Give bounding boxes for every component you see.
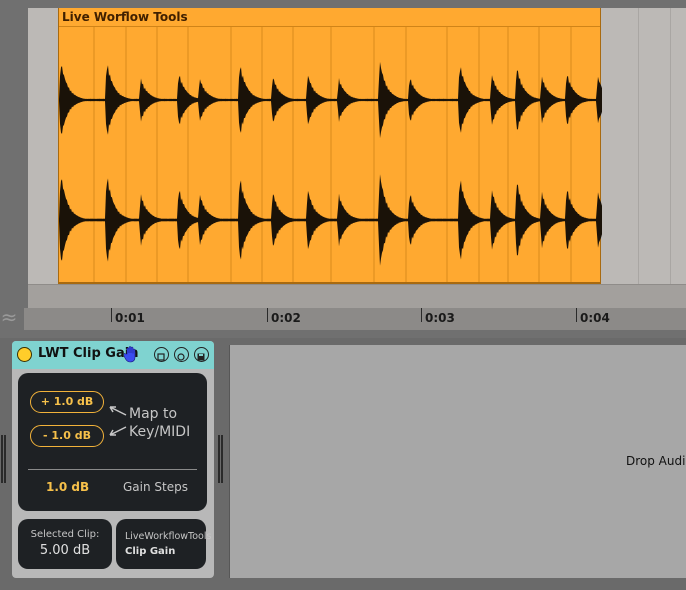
brand-product: Clip Gain [125, 546, 176, 557]
brand-box: LiveWorkflowTools Clip Gain [116, 519, 211, 569]
grid-line [638, 8, 639, 284]
map-hint-line: Key/MIDI [129, 424, 191, 440]
time-tick [267, 308, 268, 322]
map-hint-line: Map to [129, 406, 178, 422]
device-drop-area[interactable]: Drop Audi [229, 345, 686, 578]
time-ruler[interactable]: 0:01 0:02 0:03 0:04 [24, 308, 686, 330]
hotswap-icon[interactable] [174, 347, 189, 362]
time-label: 0:02 [271, 311, 301, 325]
clip-lane[interactable]: Live Worflow Tools [28, 8, 686, 284]
selected-clip-box: Selected Clip: 5.00 dB [18, 519, 112, 569]
brand-name: LiveWorkflowTools [125, 531, 212, 542]
gain-controls-panel: + 1.0 dB - 1.0 dB Map to Key/MIDI 1.0 dB… [18, 373, 207, 511]
time-tick [111, 308, 112, 322]
arrangement-view: Live Worflow Tools ≈ 0:01 0:02 0:03 0:04 [0, 0, 686, 338]
divider [28, 469, 197, 470]
gain-increase-button[interactable]: + 1.0 dB [30, 391, 104, 413]
hand-icon [124, 346, 136, 363]
save-icon[interactable] [194, 347, 209, 362]
drop-hint: Drop Audi [626, 454, 686, 468]
fold-icon[interactable] [154, 347, 169, 362]
gain-step-label: Gain Steps [123, 480, 188, 494]
time-tick [421, 308, 422, 322]
map-hint: Map to Key/MIDI [129, 405, 190, 441]
gain-decrease-button[interactable]: - 1.0 dB [30, 425, 104, 447]
waveform-toggle-icon[interactable]: ≈ [0, 305, 18, 329]
device-resize-grip[interactable] [1, 435, 7, 483]
gain-step-value[interactable]: 1.0 dB [46, 480, 89, 494]
device-power-button[interactable] [17, 347, 32, 362]
selected-clip-label: Selected Clip: [30, 529, 100, 540]
clip-title[interactable]: Live Worflow Tools [59, 8, 600, 27]
audio-clip[interactable]: Live Worflow Tools [58, 8, 602, 284]
time-label: 0:03 [425, 311, 455, 325]
time-tick [576, 308, 577, 322]
selected-clip-value: 5.00 dB [39, 543, 91, 558]
arrow-icon [109, 406, 127, 436]
device-resize-grip[interactable] [218, 435, 224, 483]
time-label: 0:01 [115, 311, 145, 325]
clip-waveform [59, 27, 602, 282]
grid-line [670, 8, 671, 284]
beat-time-ruler[interactable] [28, 284, 686, 308]
time-label: 0:04 [580, 311, 610, 325]
clip-gain-device: LWT Clip Gain + 1.0 dB - 1.0 dB Map to K… [12, 341, 214, 578]
device-title-bar[interactable]: LWT Clip Gain [12, 341, 214, 369]
